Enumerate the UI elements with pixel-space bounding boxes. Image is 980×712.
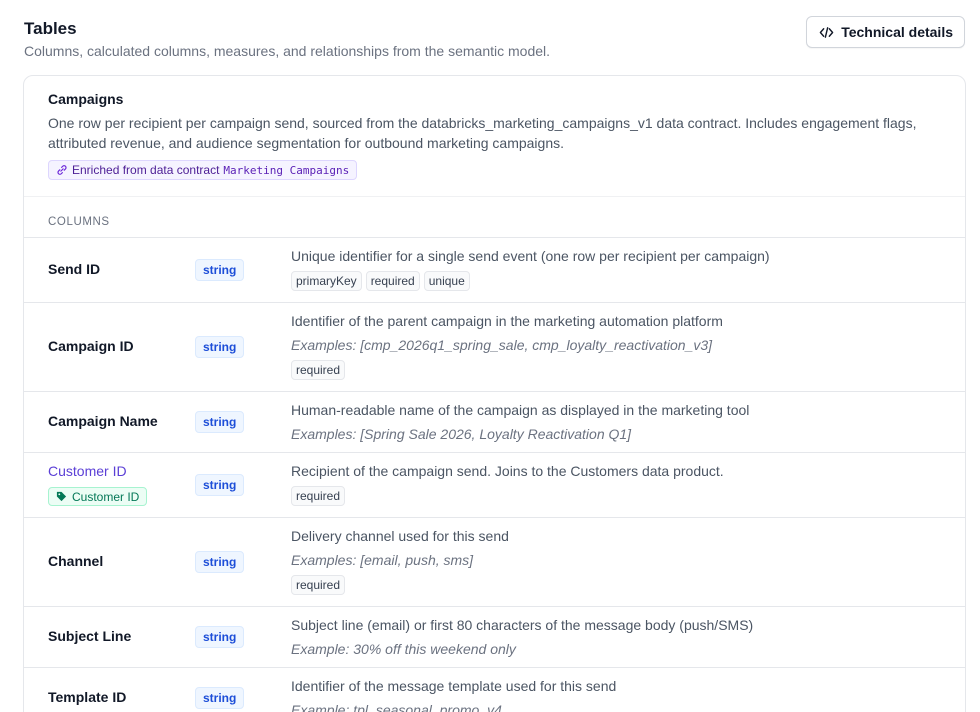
column-row-campaign-name: Campaign Name string Human-readable name… — [24, 392, 965, 453]
column-description: Unique identifier for a single send even… — [291, 248, 770, 264]
column-description-block: Recipient of the campaign send. Joins to… — [291, 461, 945, 506]
tag-primary-key: primaryKey — [291, 271, 362, 291]
column-row-campaign-id: Campaign ID string Identifier of the par… — [24, 303, 965, 392]
column-description-block: Delivery channel used for this send Exam… — [291, 526, 945, 595]
column-type-badge: string — [195, 259, 245, 281]
column-type-badge: string — [195, 411, 245, 433]
column-row-channel: Channel string Delivery channel used for… — [24, 518, 965, 607]
tag-required: required — [291, 575, 346, 595]
tag-required: required — [365, 271, 420, 291]
column-description: Delivery channel used for this send — [291, 528, 509, 544]
column-tags: primaryKey required unique — [291, 271, 945, 291]
code-icon — [819, 26, 834, 38]
tag-required: required — [291, 360, 346, 380]
semantic-type-badge: Customer ID — [48, 487, 148, 506]
column-name: Send ID — [48, 261, 101, 277]
column-tags: required — [291, 360, 945, 380]
column-examples: Example: 30% off this weekend only — [291, 641, 516, 657]
column-description: Identifier of the parent campaign in the… — [291, 313, 723, 329]
columns-section-label: COLUMNS — [24, 197, 965, 238]
column-description-block: Identifier of the message template used … — [291, 676, 945, 712]
column-description: Human-readable name of the campaign as d… — [291, 402, 750, 418]
tag-unique: unique — [423, 271, 470, 291]
technical-details-label: Technical details — [841, 24, 953, 40]
column-description: Identifier of the message template used … — [291, 678, 617, 694]
column-type-badge: string — [195, 687, 245, 709]
column-row-send-id: Send ID string Unique identifier for a s… — [24, 238, 965, 303]
column-examples: Examples: [cmp_2026q1_spring_sale, cmp_l… — [291, 337, 713, 353]
column-row-template-id: Template ID string Identifier of the mes… — [24, 668, 965, 712]
column-tags: required — [291, 486, 945, 506]
column-row-subject-line: Subject Line string Subject line (email)… — [24, 607, 965, 668]
column-description-block: Identifier of the parent campaign in the… — [291, 311, 945, 380]
contract-label: Enriched from data contract — [72, 163, 220, 177]
technical-details-button[interactable]: Technical details — [806, 16, 965, 48]
data-contract-badge[interactable]: Enriched from data contract Marketing Ca… — [48, 160, 358, 180]
column-name: Campaign Name — [48, 413, 158, 429]
tag-required: required — [291, 486, 346, 506]
column-type-badge: string — [195, 551, 245, 573]
column-tags: required — [291, 575, 945, 595]
table-header: Campaigns One row per recipient per camp… — [24, 76, 965, 197]
column-description-block: Subject line (email) or first 80 charact… — [291, 615, 945, 659]
table-card: Campaigns One row per recipient per camp… — [23, 75, 966, 712]
column-type-badge: string — [195, 336, 245, 358]
table-description: One row per recipient per campaign send,… — [48, 115, 917, 151]
contract-name: Marketing Campaigns — [223, 163, 350, 177]
column-row-customer-id: Customer ID Customer ID string Recipient… — [24, 453, 965, 518]
link-icon — [57, 165, 67, 175]
column-description: Subject line (email) or first 80 charact… — [291, 617, 754, 633]
column-type-badge: string — [195, 474, 245, 496]
column-examples: Examples: [Spring Sale 2026, Loyalty Rea… — [291, 426, 632, 442]
tag-icon — [56, 491, 67, 502]
column-description: Recipient of the campaign send. Joins to… — [291, 463, 724, 479]
column-type-badge: string — [195, 626, 245, 648]
column-examples: Examples: [email, push, sms] — [291, 552, 474, 568]
column-name-link[interactable]: Customer ID — [48, 463, 127, 479]
column-name: Template ID — [48, 689, 127, 705]
column-name: Channel — [48, 553, 104, 569]
column-examples: Example: tpl_seasonal_promo_v4 — [291, 702, 502, 712]
column-description-block: Unique identifier for a single send even… — [291, 246, 945, 291]
column-name: Subject Line — [48, 628, 132, 644]
semantic-type-label: Customer ID — [72, 489, 140, 504]
column-description-block: Human-readable name of the campaign as d… — [291, 400, 945, 444]
table-name: Campaigns — [48, 91, 124, 107]
column-name: Campaign ID — [48, 338, 134, 354]
